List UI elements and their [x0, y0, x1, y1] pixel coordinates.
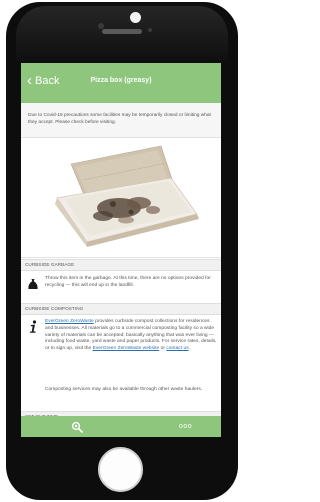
garbage-bag-icon [27, 277, 39, 295]
covid-notice: Due to Covid-19 precautions some facilit… [21, 103, 221, 138]
top-navigation-bar: ‹ Back Pizza box (greasy) [21, 63, 221, 103]
composting-row: EverGreen ZeroWaste provides curbside co… [21, 315, 221, 411]
section-header-garbage: CURBSIDE GARBAGE [21, 259, 221, 271]
evergreen-link[interactable]: EverGreen ZeroWaste [45, 319, 94, 324]
more-dots-icon[interactable]: ooo [179, 423, 192, 430]
item-photo [21, 138, 221, 258]
composting-heading: CURBSIDE COMPOSTING [25, 306, 84, 311]
front-camera [130, 12, 141, 23]
contact-us-link[interactable]: contact us [166, 346, 188, 351]
section-header-composting: CURBSIDE COMPOSTING [21, 303, 221, 315]
phone-top-bezel [16, 6, 228, 66]
composting-text-3: . [188, 346, 190, 352]
other-haulers-text: Composting services may also be availabl… [45, 387, 203, 392]
evergreen-website-link[interactable]: EverGreen ZeroWaste website [93, 346, 160, 351]
compost-info-icon [27, 320, 39, 339]
home-button[interactable] [98, 447, 143, 492]
pizza-box-image [55, 145, 199, 247]
proximity-sensor [148, 28, 152, 32]
earpiece-speaker [102, 29, 142, 34]
app-screen: ‹ Back Pizza box (greasy) Due to Covid-1… [21, 63, 221, 437]
page-title: Pizza box (greasy) [90, 77, 152, 84]
garbage-text: Throw this item in the garbage. At this … [45, 276, 211, 288]
notice-text: Due to Covid-19 precautions some facilit… [28, 113, 211, 125]
bottom-toolbar: ooo [21, 416, 221, 437]
garbage-heading: CURBSIDE GARBAGE [25, 262, 75, 267]
garbage-row: Throw this item in the garbage. At this … [21, 271, 221, 301]
composting-text: EverGreen ZeroWaste provides curbside co… [45, 319, 217, 353]
magnifier-icon[interactable] [71, 420, 83, 437]
